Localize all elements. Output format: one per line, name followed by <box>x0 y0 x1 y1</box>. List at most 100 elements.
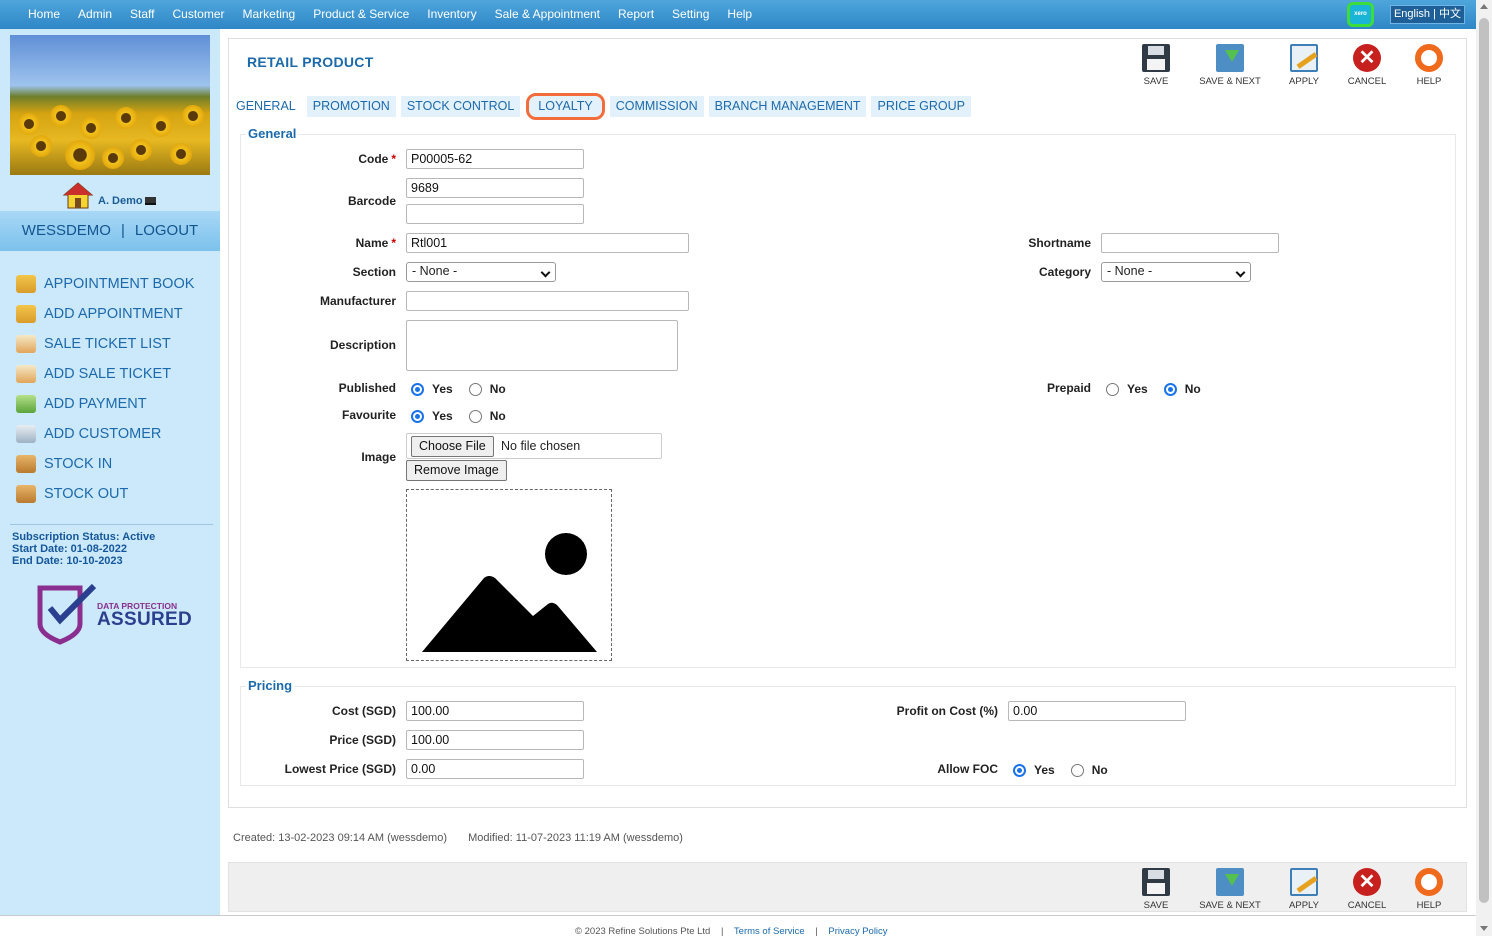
published-no-radio[interactable] <box>468 382 482 396</box>
code-input[interactable] <box>406 149 584 169</box>
lifebuoy-icon <box>1415 44 1443 72</box>
prepaid-no-radio[interactable] <box>1163 382 1177 396</box>
box-out-icon <box>16 485 36 503</box>
footer: © 2023 Refine Solutions Pte Ltd | Terms … <box>575 926 888 937</box>
nav-home[interactable]: Home <box>18 0 68 29</box>
cost-input[interactable] <box>406 701 584 721</box>
page-title: RETAIL PRODUCT <box>247 54 374 70</box>
created-info: Created: 13-02-2023 09:14 AM (wessdemo) <box>233 832 448 844</box>
profit-on-cost-label: Profit on Cost (%) <box>896 704 998 718</box>
help-button[interactable]: HELP <box>1394 44 1464 87</box>
tab-bar: GENERAL PROMOTION STOCK CONTROL LOYALTY … <box>230 93 976 120</box>
category-select[interactable]: - None - <box>1101 262 1251 282</box>
sidebar-item-appointment-book[interactable]: APPOINTMENT BOOK <box>16 269 194 299</box>
tab-commission[interactable]: COMMISSION <box>609 96 704 117</box>
barcode-label: Barcode <box>347 194 396 208</box>
save-button[interactable]: SAVE <box>1121 44 1191 87</box>
price-label: Price (SGD) <box>329 733 396 747</box>
nav-setting[interactable]: Setting <box>662 0 717 29</box>
image-file-input[interactable]: Choose File No file chosen <box>406 433 662 459</box>
nav-help[interactable]: Help <box>717 0 760 29</box>
page-scrollbar[interactable] <box>1476 0 1492 936</box>
favourite-yes-radio[interactable] <box>411 409 424 423</box>
user-row: A. Demo <box>0 181 220 211</box>
nav-admin[interactable]: Admin <box>68 0 120 29</box>
tab-general[interactable]: GENERAL <box>230 96 302 117</box>
price-input[interactable] <box>406 730 584 750</box>
bottom-help-button[interactable]: HELP <box>1394 868 1464 911</box>
save-next-button[interactable]: SAVE & NEXT <box>1195 44 1265 87</box>
prepaid-yes-radio[interactable] <box>1106 382 1119 396</box>
user-name[interactable]: A. Demo <box>98 195 143 207</box>
money-icon <box>16 395 36 413</box>
choose-file-button[interactable]: Choose File <box>411 436 494 457</box>
description-textarea[interactable] <box>406 320 678 371</box>
sidebar-item-sale-ticket-list[interactable]: SALE TICKET LIST <box>16 329 194 359</box>
privacy-link[interactable]: Privacy Policy <box>828 926 887 937</box>
general-legend: General <box>246 126 299 141</box>
nav-inventory[interactable]: Inventory <box>417 0 484 29</box>
tab-price-group[interactable]: PRICE GROUP <box>871 96 971 117</box>
scroll-up-arrow-icon[interactable] <box>1480 4 1488 9</box>
tab-promotion[interactable]: PROMOTION <box>306 96 396 117</box>
remove-image-button[interactable]: Remove Image <box>406 460 507 481</box>
calendar-icon <box>16 275 36 293</box>
language-switch[interactable]: English | 中文 <box>1390 5 1465 24</box>
sidebar-item-stock-in[interactable]: STOCK IN <box>16 449 194 479</box>
nav-sale-appointment[interactable]: Sale & Appointment <box>485 0 608 29</box>
account-link[interactable]: WESSDEMO <box>22 222 111 239</box>
bottom-save-next-button[interactable]: SAVE & NEXT <box>1195 868 1265 911</box>
bottom-apply-button[interactable]: APPLY <box>1269 868 1339 911</box>
favourite-radio-group: Yes No <box>411 409 506 423</box>
description-label: Description <box>329 338 396 352</box>
sidebar-item-stock-out[interactable]: STOCK OUT <box>16 479 194 509</box>
published-label: Published <box>338 381 396 395</box>
scroll-down-arrow-icon[interactable] <box>1480 926 1488 931</box>
nav-report[interactable]: Report <box>608 0 662 29</box>
apply-button[interactable]: APPLY <box>1269 44 1339 87</box>
shortname-input[interactable] <box>1101 233 1279 253</box>
floppy-disk-icon <box>1142 868 1170 896</box>
published-radio-group: Yes No <box>411 382 506 396</box>
section-select[interactable]: - None - <box>406 262 556 282</box>
data-protection-badge: DATA PROTECTION ASSURED <box>36 582 196 647</box>
sidebar-item-add-payment[interactable]: ADD PAYMENT <box>16 389 194 419</box>
sidebar-item-add-customer[interactable]: ADD CUSTOMER <box>16 419 194 449</box>
logout-link[interactable]: LOGOUT <box>135 222 198 239</box>
nav-marketing[interactable]: Marketing <box>233 0 304 29</box>
name-input[interactable] <box>406 233 689 253</box>
nav-customer[interactable]: Customer <box>163 0 233 29</box>
allow-foc-yes-radio[interactable] <box>1013 763 1026 777</box>
record-metadata: Created: 13-02-2023 09:14 AM (wessdemo) … <box>233 832 701 844</box>
sidebar-item-add-sale-ticket[interactable]: ADD SALE TICKET <box>16 359 194 389</box>
tab-loyalty[interactable]: LOYALTY <box>526 93 605 120</box>
favourite-no-radio[interactable] <box>468 409 482 423</box>
sidebar-item-add-appointment[interactable]: ADD APPOINTMENT <box>16 299 194 329</box>
xero-icon[interactable]: xero <box>1347 2 1374 27</box>
subscription-end: End Date: 10-10-2023 <box>12 555 123 567</box>
published-yes-radio[interactable] <box>411 382 424 396</box>
bottom-cancel-button[interactable]: ✕ CANCEL <box>1332 868 1402 911</box>
bottom-save-button[interactable]: SAVE <box>1121 868 1191 911</box>
account-bar: WESSDEMO | LOGOUT <box>0 211 220 251</box>
nav-staff[interactable]: Staff <box>120 0 162 29</box>
terms-link[interactable]: Terms of Service <box>734 926 805 937</box>
barcode-input-1[interactable] <box>406 178 584 198</box>
sidebar: A. Demo WESSDEMO | LOGOUT APPOINTMENT BOOK… <box>0 29 220 916</box>
nav-product-service[interactable]: Product & Service <box>303 0 417 29</box>
tab-stock-control[interactable]: STOCK CONTROL <box>400 96 521 117</box>
prepaid-label: Prepaid <box>1046 381 1091 395</box>
edit-document-icon <box>1290 44 1318 72</box>
manufacturer-label: Manufacturer <box>319 294 396 308</box>
scroll-thumb[interactable] <box>1479 18 1489 903</box>
allow-foc-no-radio[interactable] <box>1070 763 1084 777</box>
subscription-info: Subscription Status: Active Start Date: … <box>12 531 155 567</box>
barcode-input-2[interactable] <box>406 204 584 224</box>
shield-check-icon <box>37 584 97 645</box>
lowest-price-input[interactable] <box>406 759 584 779</box>
cancel-button[interactable]: ✕ CANCEL <box>1332 44 1402 87</box>
tab-branch-management[interactable]: BRANCH MANAGEMENT <box>708 96 867 117</box>
profit-on-cost-input[interactable] <box>1008 701 1186 721</box>
home-icon[interactable] <box>62 181 94 209</box>
manufacturer-input[interactable] <box>406 291 689 311</box>
